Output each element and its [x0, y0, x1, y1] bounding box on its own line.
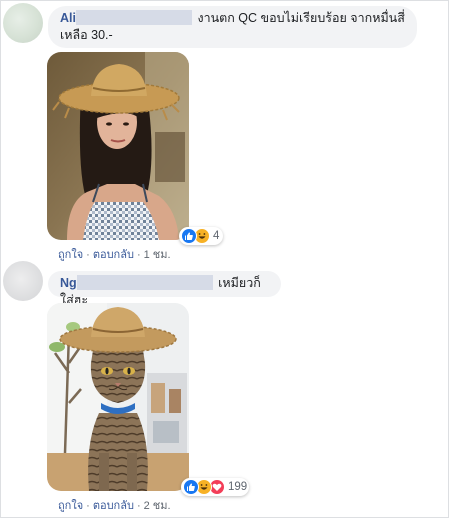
author-name-visible: Ali: [60, 11, 76, 25]
like-link[interactable]: ถูกใจ: [58, 500, 83, 512]
separator: ·: [136, 500, 141, 512]
reactions-summary[interactable]: 199: [181, 478, 249, 496]
comment-author[interactable]: Ali: [60, 10, 197, 25]
comment-timestamp[interactable]: 2 ชม.: [144, 500, 171, 512]
reactions-summary[interactable]: 4: [179, 227, 223, 245]
comment-photo-woman-straw-hat[interactable]: [47, 52, 189, 240]
comments-panel: Ali งานตก QC ขอบไม่เรียบร้อย จากหมื่นสี่…: [0, 0, 449, 518]
like-link[interactable]: ถูกใจ: [58, 249, 83, 261]
redacted-name-block: [76, 275, 213, 290]
comment-bubble: Ng เหมียวก็ใส่ฮะ: [48, 271, 281, 307]
comment-timestamp[interactable]: 1 ชม.: [144, 249, 171, 261]
comment-actions: ถูกใจ · ตอบกลับ · 1 ชม.: [58, 245, 171, 263]
comment-photo-cat-straw-hat[interactable]: [47, 303, 189, 491]
like-reaction-icon: [183, 479, 199, 495]
comment-bubble: Ali งานตก QC ขอบไม่เรียบร้อย จากหมื่นสี่…: [48, 6, 417, 48]
comment-author[interactable]: Ng: [60, 275, 218, 290]
reaction-count: 4: [213, 230, 220, 242]
author-name-visible: Ng: [60, 276, 77, 290]
comment-actions: ถูกใจ · ตอบกลับ · 2 ชม.: [58, 496, 171, 514]
separator: ·: [86, 500, 90, 512]
like-reaction-icon: [181, 228, 197, 244]
redacted-name-block: [75, 10, 192, 25]
avatar[interactable]: [3, 3, 43, 43]
reply-link[interactable]: ตอบกลับ: [93, 249, 134, 261]
separator: ·: [86, 249, 90, 261]
separator: ·: [136, 249, 141, 261]
avatar[interactable]: [3, 261, 43, 301]
reaction-count: 199: [228, 481, 248, 493]
reply-link[interactable]: ตอบกลับ: [93, 500, 134, 512]
